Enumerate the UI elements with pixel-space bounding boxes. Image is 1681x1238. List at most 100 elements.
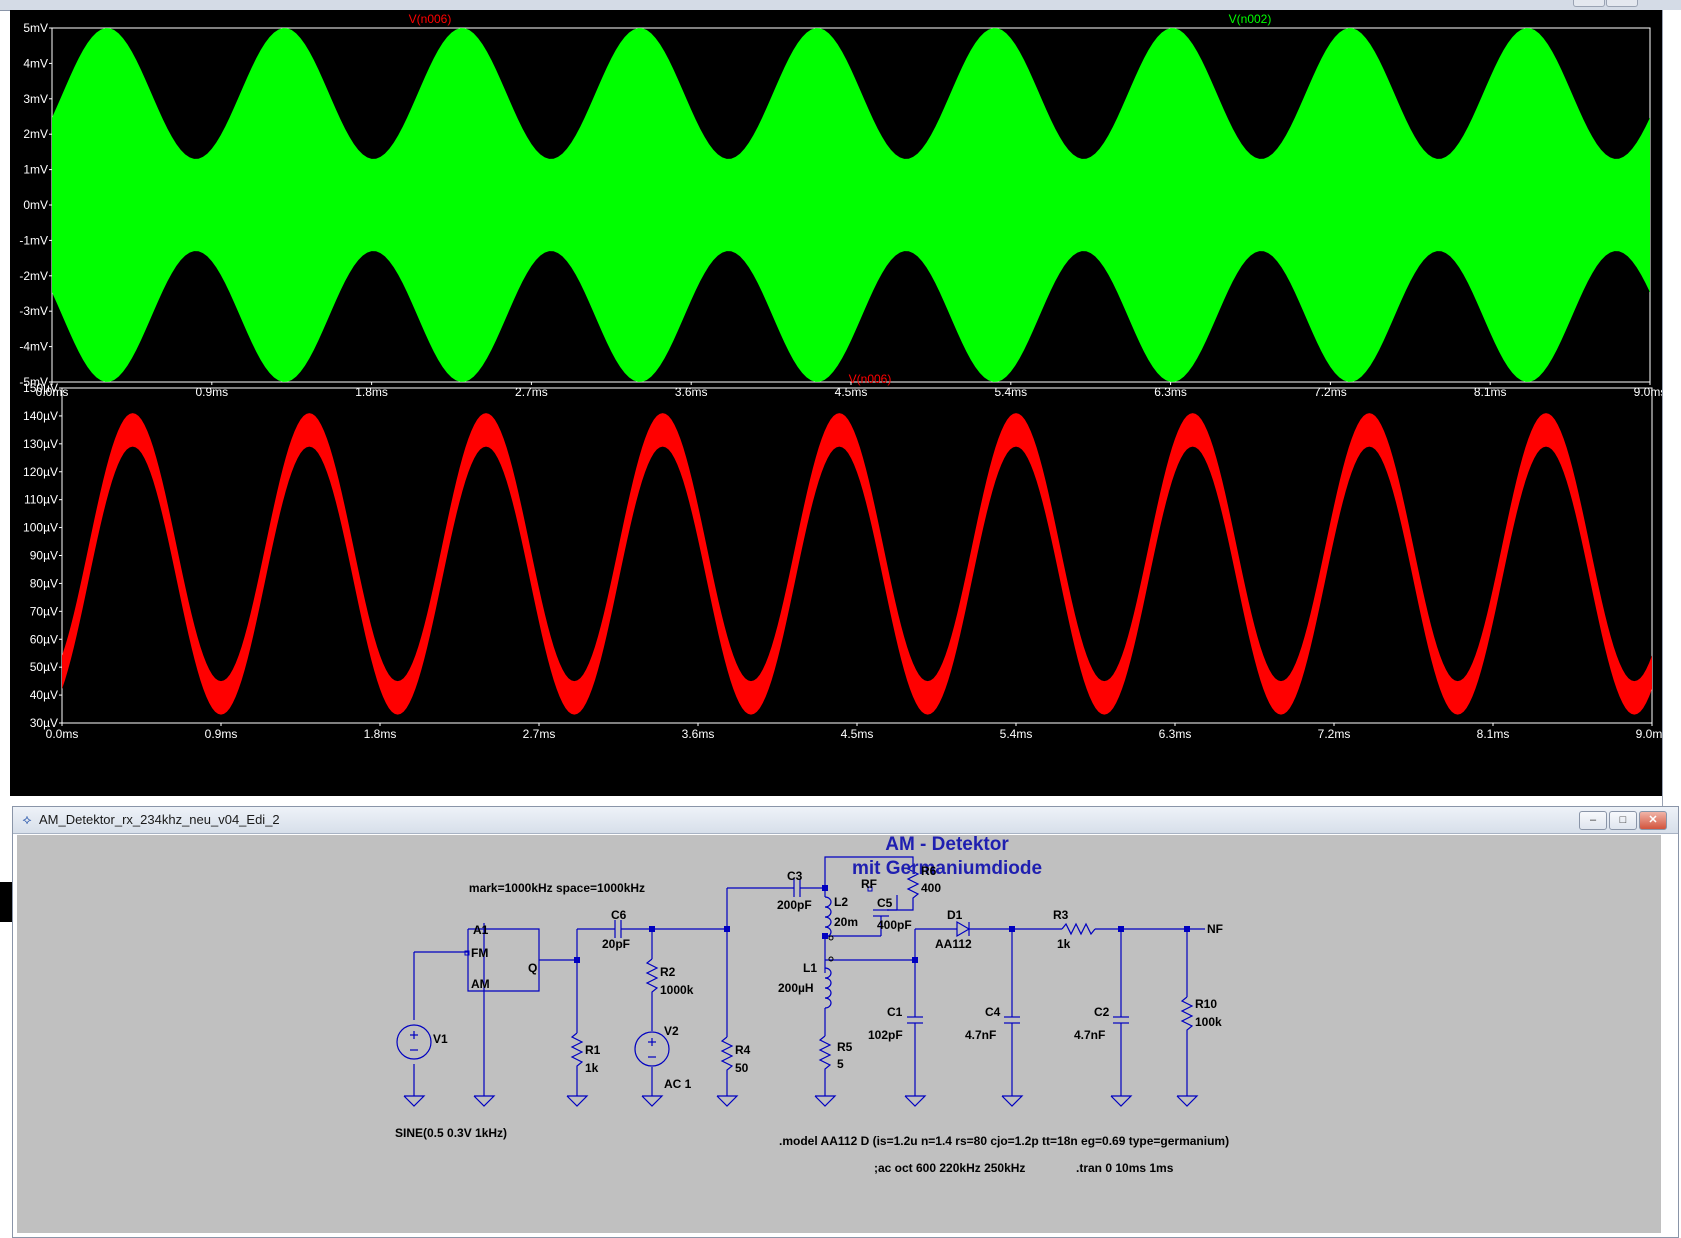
- minimize-button[interactable]: –: [1579, 811, 1607, 830]
- a1-am-pin: AM: [471, 977, 490, 991]
- bottom-y-tick-label: 50µV: [30, 660, 58, 674]
- bottom-y-axis-ticks: 150µV 140µV 130µV 120µV 110µV 100µV 90µV 80µV 70…: [23, 381, 62, 730]
- top-x-tick-label: 1.8ms: [355, 385, 388, 399]
- c6-label[interactable]: C6: [611, 908, 627, 922]
- r6-label[interactable]: R6: [921, 864, 937, 878]
- top-x-tick-label: 0.9ms: [195, 385, 228, 399]
- restore-button[interactable]: □: [1609, 811, 1637, 830]
- top-minimize-button[interactable]: [1573, 0, 1605, 7]
- bottom-y-tick-label: 150µV: [23, 381, 58, 395]
- r3-value[interactable]: 1k: [1057, 937, 1071, 951]
- ground-symbol: [641, 1095, 664, 1107]
- top-y-tick-label: -4mV: [19, 340, 48, 354]
- bottom-y-tick-label: 110µV: [24, 493, 58, 507]
- c1-value[interactable]: 102pF: [868, 1028, 903, 1042]
- ground-symbol: [403, 1095, 426, 1107]
- bottom-y-tick-label: 80µV: [30, 576, 58, 590]
- top-y-tick-label: 3mV: [23, 92, 48, 106]
- schematic-titlebar[interactable]: ⟡ AM_Detektor_rx_234khz_neu_v04_Edi_2 – …: [13, 807, 1678, 834]
- top-y-tick-label: 2mV: [23, 127, 48, 141]
- schematic-heading-line2: mit Germaniumdiode: [852, 858, 1042, 879]
- r4-value[interactable]: 50: [735, 1061, 749, 1075]
- r1-value[interactable]: 1k: [585, 1061, 599, 1075]
- a1-q-pin: Q: [528, 961, 537, 975]
- bottom-x-axis-ticks: 0.0ms 0.9ms 1.8ms 2.7ms 3.6ms 4.5ms 5.4ms 6.3ms…: [46, 723, 1668, 741]
- top-x-tick-label: 2.7ms: [515, 385, 548, 399]
- top-trace-v-n002: [52, 28, 1650, 382]
- top-y-tick-label: 4mV: [23, 56, 48, 70]
- top-restore-button[interactable]: [1606, 0, 1638, 7]
- top-x-tick-label: 8.1ms: [1474, 385, 1507, 399]
- top-x-tick-label: 9.0ms: [1634, 385, 1662, 399]
- top-y-tick-label: 5mV: [23, 21, 48, 35]
- r2-value[interactable]: 1000k: [660, 983, 694, 997]
- top-trace-label-1[interactable]: V(n006): [409, 12, 452, 26]
- l1-value[interactable]: 200µH: [778, 981, 814, 995]
- ground-symbol: [716, 1095, 739, 1107]
- schematic-window[interactable]: ⟡ AM_Detektor_rx_234khz_neu_v04_Edi_2 – …: [12, 806, 1679, 1238]
- ground-symbols: [403, 1095, 1199, 1107]
- schematic-canvas[interactable]: AM - Detektor mit Germaniumdiode mark=10…: [17, 834, 1661, 1233]
- d1-label[interactable]: D1: [947, 908, 963, 922]
- top-y-tick-label: -3mV: [19, 304, 48, 318]
- mark-space-directive[interactable]: mark=1000kHz space=1000kHz: [469, 881, 645, 895]
- ground-symbol: [1176, 1095, 1199, 1107]
- nf-net-label[interactable]: NF: [1207, 922, 1223, 936]
- c4-label[interactable]: C4: [985, 1005, 1001, 1019]
- c6-value[interactable]: 20pF: [602, 937, 630, 951]
- bottom-y-tick-label: 120µV: [23, 465, 58, 479]
- close-button[interactable]: ✕: [1639, 811, 1667, 830]
- waveform-plot-svg: V(n006) V(n002) 5mV 4mV 3mV 2mV 1mV 0mV -1mV -2…: [19, 12, 1668, 741]
- r4-label[interactable]: R4: [735, 1043, 751, 1057]
- ltspice-app-icon: ⟡: [22, 811, 32, 827]
- v1-value[interactable]: SINE(0.5 0.3V 1kHz): [395, 1126, 507, 1140]
- v1-label[interactable]: V1: [433, 1032, 448, 1046]
- bottom-y-tick-label: 90µV: [30, 549, 58, 563]
- bottom-x-tick-label: 1.8ms: [364, 727, 397, 741]
- schematic-heading-line1: AM - Detektor: [885, 835, 1009, 855]
- c5-label[interactable]: C5: [877, 896, 893, 910]
- top-y-axis-ticks: 5mV4mV3mV2mV1mV0mV-1mV-2mV-3mV-4mV-5mV: [19, 21, 52, 389]
- bottom-x-tick-label: 0.0ms: [46, 727, 79, 741]
- c2-value[interactable]: 4.7nF: [1074, 1028, 1105, 1042]
- v2-label[interactable]: V2: [664, 1024, 679, 1038]
- r1-label[interactable]: R1: [585, 1043, 601, 1057]
- top-trace-label-2[interactable]: V(n002): [1229, 12, 1272, 26]
- l1-label[interactable]: L1: [803, 961, 817, 975]
- c3-value[interactable]: 200pF: [777, 898, 812, 912]
- c1-label[interactable]: C1: [887, 1005, 903, 1019]
- top-y-tick-label: -2mV: [19, 269, 48, 283]
- c2-label[interactable]: C2: [1094, 1005, 1110, 1019]
- bottom-x-tick-label: 2.7ms: [523, 727, 556, 741]
- r10-label[interactable]: R10: [1195, 997, 1217, 1011]
- a1-fm-pin: FM: [471, 946, 488, 960]
- ground-symbol: [473, 1095, 496, 1107]
- bottom-plot-pane[interactable]: V(n006) 150µV 140µV 130µV 120µV 110µV 100µV 90…: [23, 372, 1668, 741]
- v2-value[interactable]: AC 1: [664, 1077, 692, 1091]
- r3-label[interactable]: R3: [1053, 908, 1069, 922]
- r5-value[interactable]: 5: [837, 1057, 844, 1071]
- r2-label[interactable]: R2: [660, 965, 676, 979]
- top-plot-pane[interactable]: V(n006) V(n002) 5mV 4mV 3mV 2mV 1mV 0mV -1mV -2…: [19, 12, 1666, 399]
- l2-value[interactable]: 20m: [834, 915, 858, 929]
- l2-label[interactable]: L2: [834, 895, 848, 909]
- ground-symbol: [1110, 1095, 1133, 1107]
- a1-label[interactable]: A1: [473, 923, 489, 937]
- rf-net-label[interactable]: RF: [861, 877, 877, 891]
- r6-value[interactable]: 400: [921, 881, 941, 895]
- r10-value[interactable]: 100k: [1195, 1015, 1222, 1029]
- r5-label[interactable]: R5: [837, 1040, 853, 1054]
- c3-label[interactable]: C3: [787, 869, 803, 883]
- c4-value[interactable]: 4.7nF: [965, 1028, 996, 1042]
- bottom-y-tick-label: 140µV: [23, 409, 58, 423]
- model-directive[interactable]: .model AA112 D (is=1.2u n=1.4 rs=80 cjo=…: [779, 1134, 1229, 1148]
- ac-directive[interactable]: ;ac oct 600 220kHz 250kHz: [874, 1161, 1025, 1175]
- tran-directive[interactable]: .tran 0 10ms 1ms: [1076, 1161, 1174, 1175]
- c5-value[interactable]: 400pF: [877, 918, 912, 932]
- waveform-viewer[interactable]: V(n006) V(n002) 5mV 4mV 3mV 2mV 1mV 0mV -1mV -2…: [10, 10, 1668, 796]
- schematic-drawing: AM - Detektor mit Germaniumdiode mark=10…: [395, 834, 1229, 1175]
- bottom-trace-label[interactable]: V(n006): [849, 372, 892, 386]
- top-x-tick-label: 7.2ms: [1314, 385, 1347, 399]
- bottom-y-tick-label: 60µV: [30, 632, 58, 646]
- d1-value[interactable]: AA112: [935, 937, 972, 951]
